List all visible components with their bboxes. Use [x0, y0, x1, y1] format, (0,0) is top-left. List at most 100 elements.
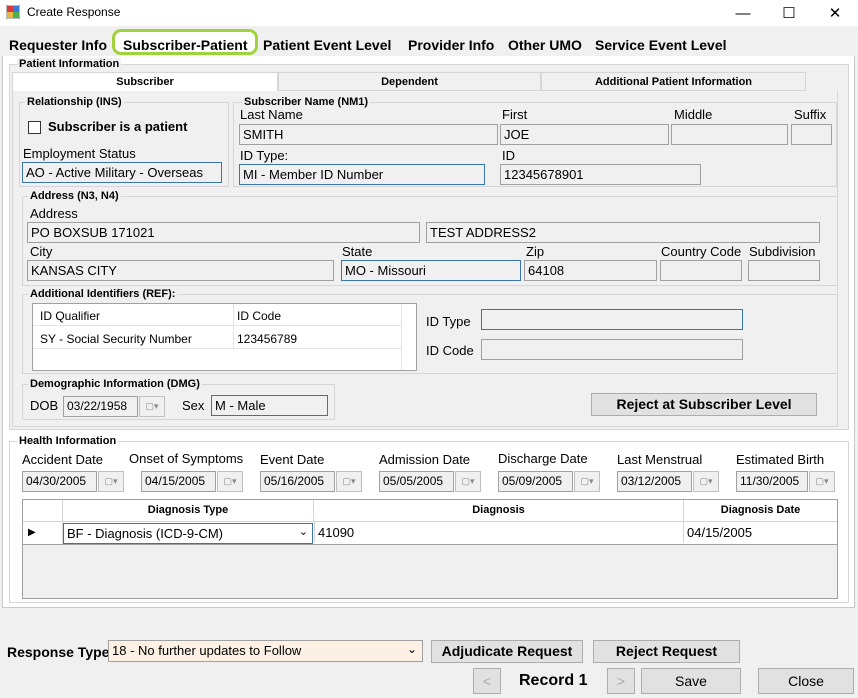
event-date-field[interactable]: 05/16/2005	[260, 471, 335, 492]
identifier-code-cell[interactable]: 123456789	[237, 332, 297, 346]
subtab-additional-patient-info[interactable]: Additional Patient Information	[541, 72, 806, 91]
record-indicator: Record 1	[519, 672, 588, 689]
maximize-icon[interactable]: ☐	[766, 0, 812, 26]
first-name-label: First	[502, 107, 528, 122]
identifiers-list[interactable]: ID Qualifier ID Code SY - Social Securit…	[32, 303, 417, 371]
tab-other-umo[interactable]: Other UMO	[506, 36, 584, 56]
state-field[interactable]: MO - Missouri	[341, 260, 521, 281]
column-header-id-code[interactable]: ID Code	[237, 309, 281, 323]
discharge-date-field[interactable]: 05/09/2005	[498, 471, 573, 492]
ref-idcode-label: ID Code	[426, 343, 474, 358]
subscriber-id-label: ID	[502, 148, 515, 163]
zip-label: Zip	[526, 244, 545, 259]
save-button[interactable]: Save	[641, 668, 741, 694]
address-line2-field[interactable]: TEST ADDRESS2	[426, 222, 820, 243]
identifier-qualifier-cell[interactable]: SY - Social Security Number	[40, 332, 192, 346]
tab-subscriber-patient[interactable]: Subscriber-Patient	[121, 36, 249, 56]
estimated-birth-label: Estimated Birth	[736, 452, 825, 467]
diagnosis-date-cell[interactable]: 04/15/2005	[684, 522, 837, 543]
last-menstrual-dropdown-icon[interactable]: ▢▾	[693, 471, 719, 492]
title-bar: Create Response — ☐ ✕	[0, 0, 858, 26]
subtab-subscriber[interactable]: Subscriber	[12, 72, 278, 91]
reject-request-button[interactable]: Reject Request	[593, 640, 740, 663]
ref-idtype-field[interactable]	[481, 309, 743, 330]
subdivision-field[interactable]	[748, 260, 820, 281]
reject-subscriber-level-button[interactable]: Reject at Subscriber Level	[591, 393, 817, 416]
dob-calendar-dropdown-icon[interactable]: ▢▾	[139, 396, 165, 417]
city-label: City	[30, 244, 53, 259]
suffix-field[interactable]	[791, 124, 832, 145]
list-row-divider	[33, 348, 401, 349]
first-name-field[interactable]: JOE	[500, 124, 669, 145]
adjudicate-request-button[interactable]: Adjudicate Request	[431, 640, 583, 663]
last-menstrual-field[interactable]: 03/12/2005	[617, 471, 692, 492]
estimated-birth-field[interactable]: 11/30/2005	[736, 471, 808, 492]
middle-name-label: Middle	[674, 107, 713, 122]
discharge-date-dropdown-icon[interactable]: ▢▾	[574, 471, 600, 492]
subscriber-idtype-field[interactable]: MI - Member ID Number	[239, 164, 485, 185]
subtab-dependent[interactable]: Dependent	[278, 72, 541, 91]
last-name-field[interactable]: SMITH	[239, 124, 498, 145]
sex-label: Sex	[182, 398, 205, 413]
diagnosis-grid[interactable]: Diagnosis Type Diagnosis Diagnosis Date …	[22, 499, 838, 599]
suffix-label: Suffix	[794, 107, 827, 122]
minimize-icon[interactable]: —	[720, 0, 766, 26]
event-date-dropdown-icon[interactable]: ▢▾	[336, 471, 362, 492]
row-selector-arrow-icon[interactable]: ▶	[23, 522, 63, 544]
address-title: Address (N3, N4)	[28, 190, 121, 202]
accident-date-label: Accident Date	[22, 452, 103, 467]
tab-requester-info[interactable]: Requester Info	[7, 36, 109, 56]
relationship-title: Relationship (INS)	[25, 96, 124, 108]
admission-date-field[interactable]: 05/05/2005	[379, 471, 454, 492]
subscriber-is-patient-checkbox[interactable]	[28, 121, 41, 134]
window-title: Create Response	[27, 5, 121, 19]
tab-service-event-level[interactable]: Service Event Level	[593, 36, 729, 56]
employment-status-field[interactable]: AO - Active Military - Overseas	[22, 162, 222, 183]
column-header-id-qualifier[interactable]: ID Qualifier	[40, 309, 100, 323]
column-header-diagnosis-type[interactable]: Diagnosis Type	[63, 500, 314, 521]
diagnosis-cell[interactable]: 41090	[314, 522, 684, 543]
previous-record-button[interactable]: <	[473, 668, 501, 694]
column-header-diagnosis[interactable]: Diagnosis	[314, 500, 684, 521]
tab-patient-event-level[interactable]: Patient Event Level	[261, 36, 393, 56]
accident-date-field[interactable]: 04/30/2005	[22, 471, 97, 492]
address-line1-field[interactable]: PO BOXSUB 171021	[27, 222, 420, 243]
sex-field[interactable]: M - Male	[211, 395, 328, 416]
diagnosis-type-value: BF - Diagnosis (ICD-9-CM)	[67, 526, 224, 541]
state-label: State	[342, 244, 373, 259]
ref-idcode-field[interactable]	[481, 339, 743, 360]
accident-date-dropdown-icon[interactable]: ▢▾	[98, 471, 124, 492]
onset-of-symptoms-dropdown-icon[interactable]: ▢▾	[217, 471, 243, 492]
dob-label: DOB	[30, 398, 59, 413]
estimated-birth-dropdown-icon[interactable]: ▢▾	[809, 471, 835, 492]
list-col-divider	[233, 304, 234, 348]
country-code-label: Country Code	[661, 244, 742, 259]
last-menstrual-label: Last Menstrual	[617, 452, 703, 467]
diagnosis-type-dropdown[interactable]: BF - Diagnosis (ICD-9-CM) ⌄	[63, 523, 313, 544]
city-field[interactable]: KANSAS CITY	[27, 260, 334, 281]
middle-name-field[interactable]	[671, 124, 788, 145]
subdivision-label: Subdivision	[749, 244, 816, 259]
chevron-down-icon[interactable]: ⌄	[299, 525, 308, 538]
onset-of-symptoms-field[interactable]: 04/15/2005	[141, 471, 216, 492]
close-window-icon[interactable]: ✕	[812, 0, 858, 26]
close-button[interactable]: Close	[758, 668, 854, 694]
onset-of-symptoms-label: Onset of Symptoms	[129, 451, 244, 466]
country-code-field[interactable]	[660, 260, 742, 281]
admission-date-dropdown-icon[interactable]: ▢▾	[455, 471, 481, 492]
event-date-label: Event Date	[260, 452, 325, 467]
dob-field[interactable]: 03/22/1958	[63, 396, 138, 417]
response-type-dropdown[interactable]: 18 - No further updates to Follow ⌄	[108, 640, 423, 662]
discharge-date-label: Discharge Date	[498, 451, 588, 466]
list-row-divider	[33, 325, 401, 326]
zip-field[interactable]: 64108	[524, 260, 657, 281]
chevron-down-icon[interactable]: ⌄	[407, 642, 417, 656]
subscriber-is-patient-label: Subscriber is a patient	[48, 119, 188, 134]
column-header-diagnosis-date[interactable]: Diagnosis Date	[684, 500, 837, 521]
subscriber-id-field[interactable]: 12345678901	[500, 164, 701, 185]
tab-provider-info[interactable]: Provider Info	[406, 36, 496, 56]
last-name-label: Last Name	[240, 107, 303, 122]
demographic-title: Demographic Information (DMG)	[28, 378, 202, 390]
next-record-button[interactable]: >	[607, 668, 635, 694]
table-row[interactable]: ▶ BF - Diagnosis (ICD-9-CM) ⌄ 41090 04/1…	[23, 522, 837, 545]
